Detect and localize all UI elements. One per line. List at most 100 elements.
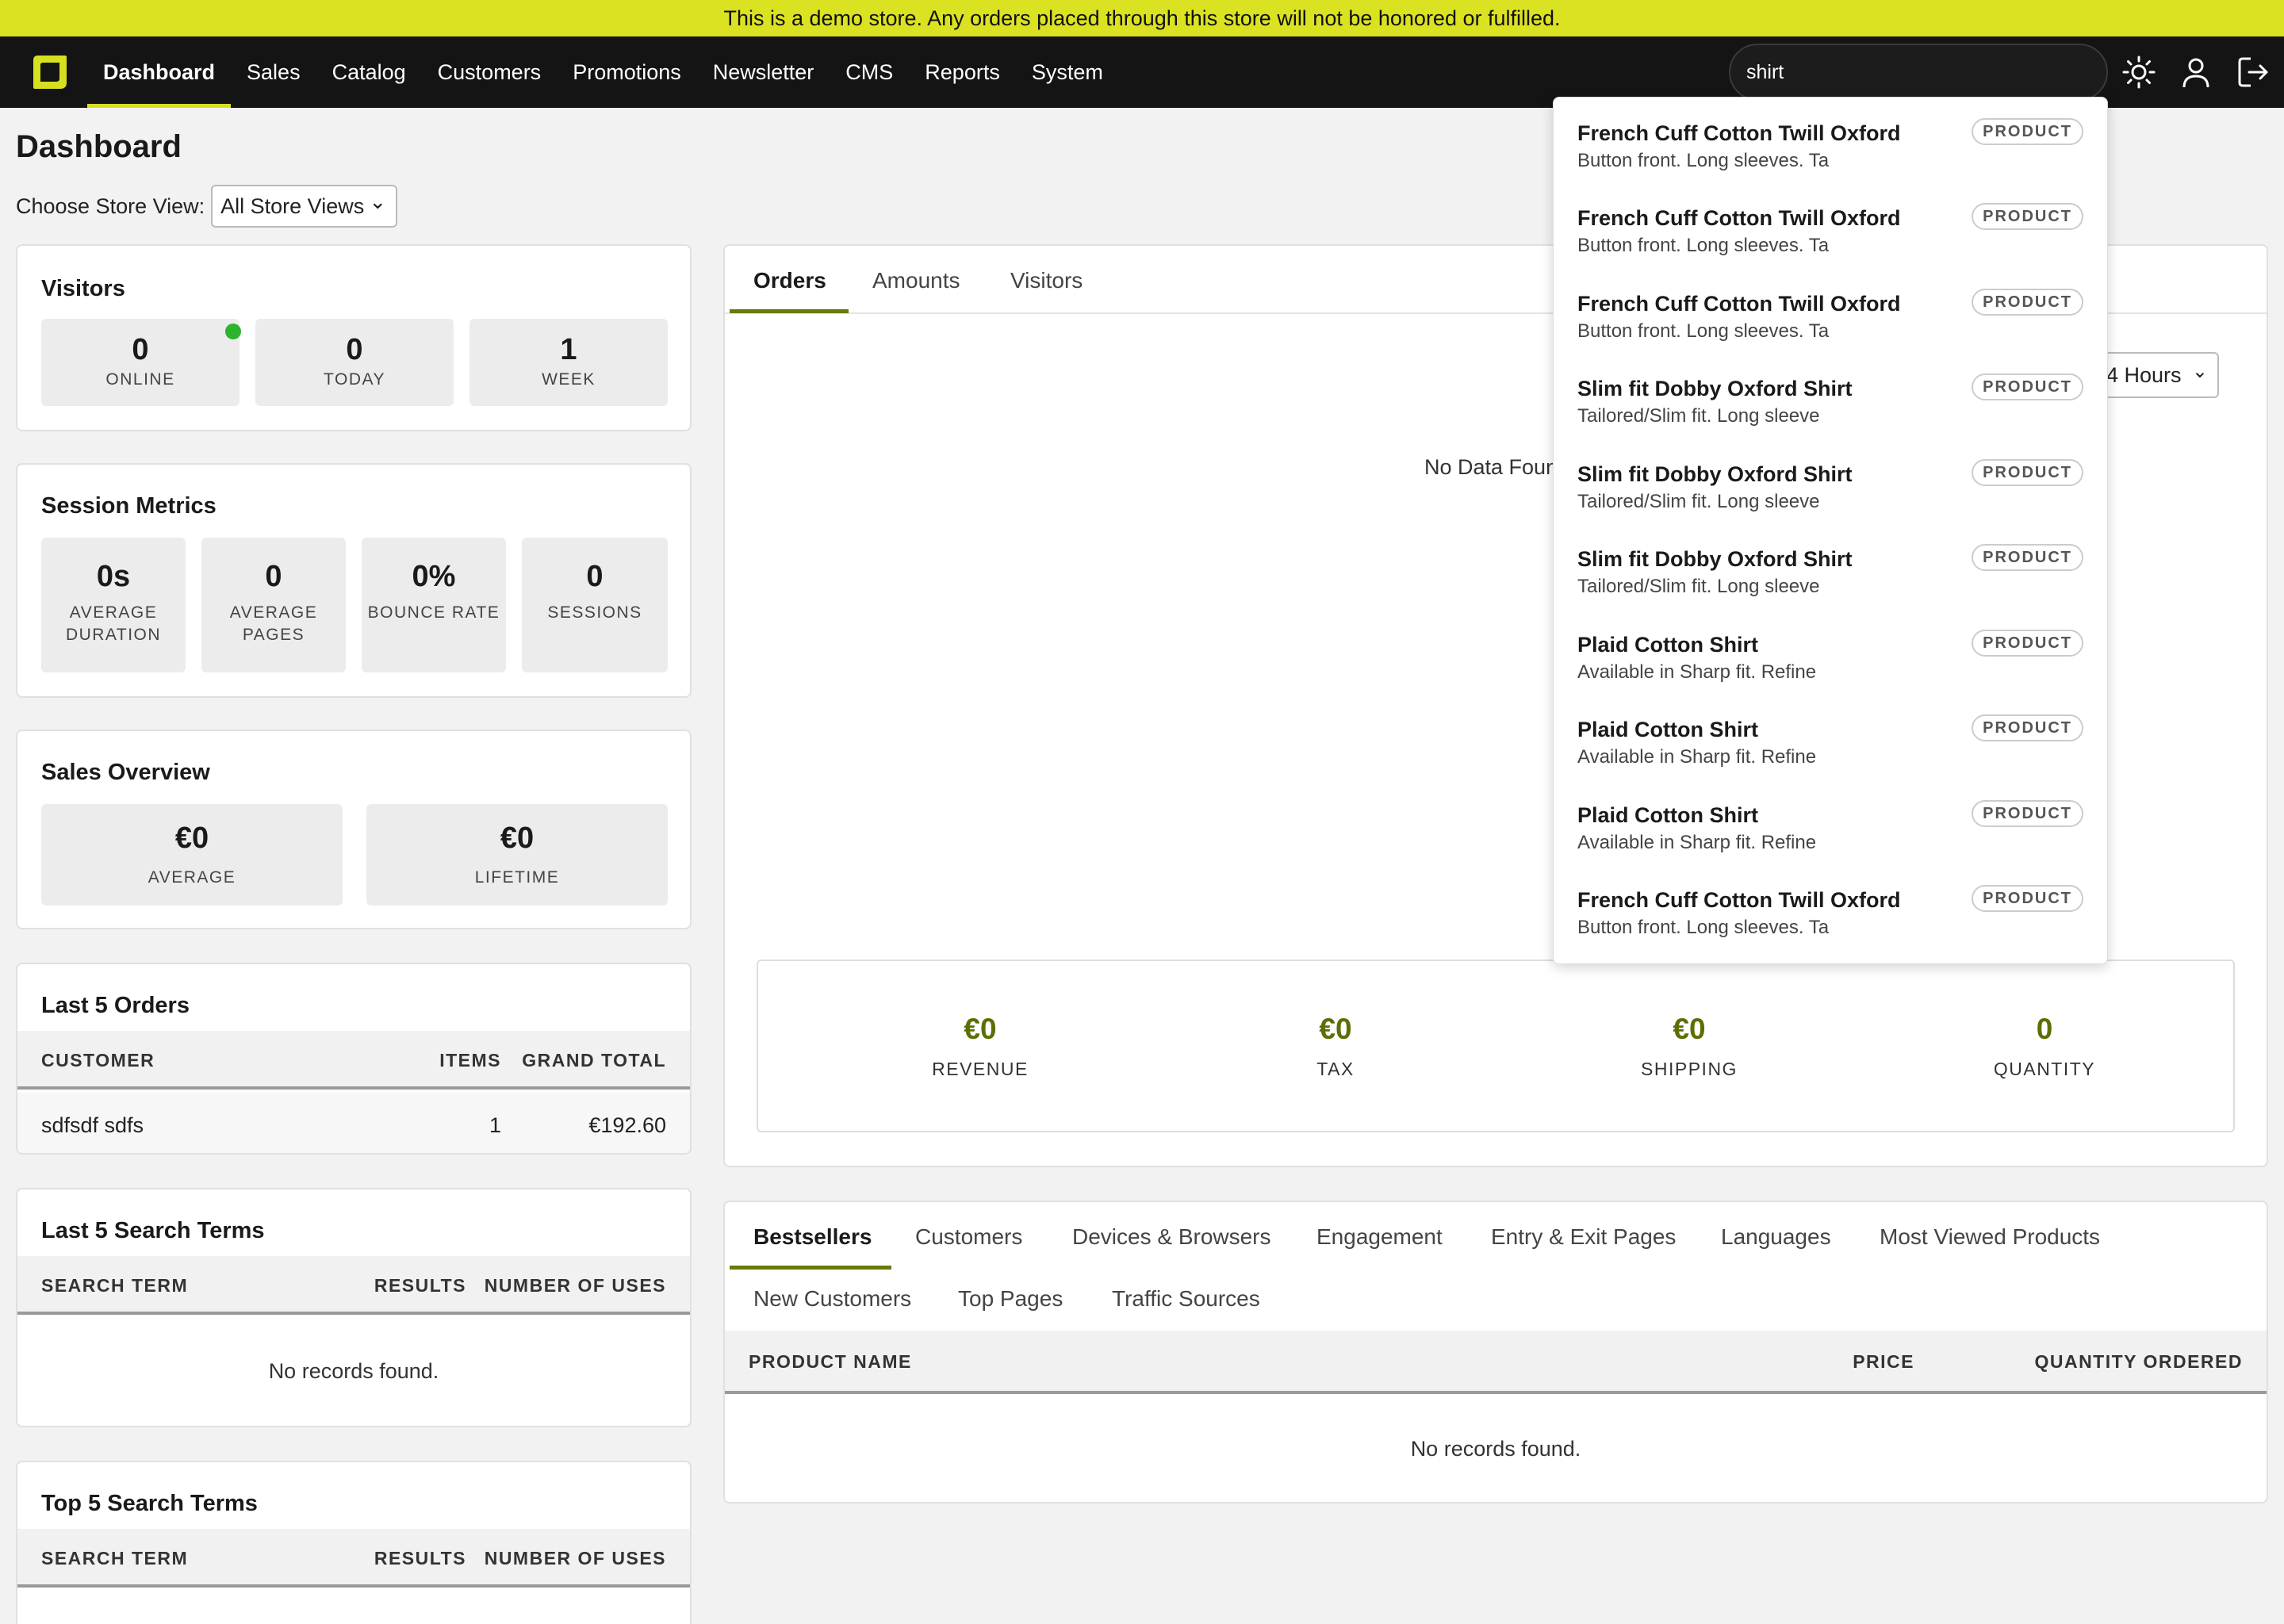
stat-label: AVERAGE <box>148 868 236 887</box>
col-product-name: PRODUCT NAME <box>749 1351 912 1372</box>
sum-label: QUANTITY <box>1993 1059 2096 1079</box>
search-result-item[interactable]: Slim fit Dobby Oxford Shirt Tailored/Sli… <box>1577 439 2083 524</box>
sum-value: €0 <box>1319 1013 1352 1045</box>
search-result-item[interactable]: French Cuff Cotton Twill Oxford Button f… <box>1577 864 2083 950</box>
demo-store-banner: This is a demo store. Any orders placed … <box>0 0 2284 36</box>
col-items: ITEMS <box>439 1050 501 1071</box>
tab-new-customers[interactable]: New Customers <box>753 1286 911 1312</box>
stat-label: BOUNCE RATE <box>367 603 500 622</box>
sum-value: 0 <box>2036 1013 2053 1045</box>
search-result-item[interactable]: Plaid Cotton Shirt Available in Sharp fi… <box>1577 694 2083 779</box>
tab-top-pages[interactable]: Top Pages <box>958 1286 1063 1312</box>
nav-reports[interactable]: Reports <box>909 36 1016 108</box>
average-pages-stat: 0 AVERAGE PAGES <box>201 538 346 672</box>
sum-value: €0 <box>964 1013 997 1045</box>
search-result-item[interactable]: French Cuff Cotton Twill Oxford Button f… <box>1577 182 2083 268</box>
tab-visitors[interactable]: Visitors <box>1010 268 1083 293</box>
last-orders-table-header: CUSTOMER ITEMS GRAND TOTAL <box>17 1031 690 1090</box>
user-icon[interactable] <box>2178 54 2214 90</box>
tab-orders[interactable]: Orders <box>753 268 826 293</box>
stat-label: WEEK <box>542 370 596 389</box>
result-title: Slim fit Dobby Oxford Shirt <box>1577 547 1853 571</box>
tab-languages[interactable]: Languages <box>1721 1224 1831 1250</box>
table-row[interactable]: sdfsdf sdfs 1 €192.60 <box>17 1093 690 1153</box>
stat-value: 0s <box>96 560 131 593</box>
visitors-today-stat: 0 TODAY <box>255 319 454 406</box>
search-result-item[interactable]: Plaid Cotton Shirt Available in Sharp fi… <box>1577 779 2083 865</box>
online-status-dot <box>225 324 241 339</box>
nav-sales[interactable]: Sales <box>231 36 316 108</box>
logout-icon[interactable] <box>2235 54 2271 90</box>
stat-value: €0 <box>500 822 535 855</box>
tab-most-viewed-products[interactable]: Most Viewed Products <box>1880 1224 2100 1250</box>
col-number-of-uses: NUMBER OF USES <box>484 1548 666 1568</box>
order-total: €192.60 <box>588 1113 666 1137</box>
last-search-terms-card: Last 5 Search Terms SEARCH TERM RESULTS … <box>16 1188 692 1427</box>
result-description: Available in Sharp fit. Refine <box>1577 661 1817 683</box>
sum-label: REVENUE <box>932 1059 1029 1079</box>
tab-devices-browsers[interactable]: Devices & Browsers <box>1072 1224 1271 1250</box>
sessions-stat: 0 SESSIONS <box>522 538 668 672</box>
col-search-term: SEARCH TERM <box>41 1275 189 1296</box>
store-view-chooser: Choose Store View: All Store Views <box>16 182 398 228</box>
search-result-item[interactable]: Slim fit Dobby Oxford Shirt Tailored/Sli… <box>1577 523 2083 609</box>
shipping-total: €0 SHIPPING <box>1570 1013 1808 1080</box>
tab-amounts[interactable]: Amounts <box>872 268 960 293</box>
search-result-item[interactable]: Slim fit Dobby Oxford Shirt Tailored/Sli… <box>1577 353 2083 439</box>
tax-total: €0 TAX <box>1217 1013 1454 1080</box>
col-number-of-uses: NUMBER OF USES <box>484 1275 666 1296</box>
tab-entry-exit-pages[interactable]: Entry & Exit Pages <box>1491 1224 1676 1250</box>
result-description: Button front. Long sleeves. Ta <box>1577 320 1830 342</box>
session-metrics-title: Session Metrics <box>41 493 217 519</box>
product-badge: PRODUCT <box>1972 289 2083 316</box>
tab-traffic-sources[interactable]: Traffic Sources <box>1112 1286 1260 1312</box>
period-select[interactable]: 4 Hours ⌄ <box>2102 352 2219 398</box>
visitors-online-stat: 0 ONLINE <box>41 319 241 406</box>
stat-value: 0 <box>346 333 363 366</box>
tab-customers[interactable]: Customers <box>915 1224 1022 1250</box>
stat-label: AVERAGE DURATION <box>65 603 162 644</box>
nav-catalog[interactable]: Catalog <box>316 36 422 108</box>
col-results: RESULTS <box>374 1548 466 1568</box>
store-view-select[interactable]: All Store Views <box>211 182 398 228</box>
result-description: Button front. Long sleeves. Ta <box>1577 235 1830 256</box>
chevron-down-icon: ⌄ <box>2191 361 2208 382</box>
store-view-label: Choose Store View: <box>16 193 205 218</box>
result-description: Button front. Long sleeves. Ta <box>1577 150 1830 171</box>
result-description: Button front. Long sleeves. Ta <box>1577 917 1830 938</box>
search-result-item[interactable]: French Cuff Cotton Twill Oxford Button f… <box>1577 98 2083 183</box>
lifetime-sales-stat: €0 LIFETIME <box>366 804 668 906</box>
average-duration-stat: 0s AVERAGE DURATION <box>41 538 186 672</box>
nav-promotions[interactable]: Promotions <box>557 36 697 108</box>
stat-value: 0 <box>586 560 604 593</box>
nav-system[interactable]: System <box>1016 36 1119 108</box>
store-view-value: All Store Views <box>220 194 365 218</box>
bestsellers-table-header: PRODUCT NAME PRICE QUANTITY ORDERED <box>725 1331 2267 1394</box>
result-title: Plaid Cotton Shirt <box>1577 718 1758 741</box>
search-result-item[interactable]: French Cuff Cotton Twill Oxford Button f… <box>1577 268 2083 354</box>
last-search-terms-title: Last 5 Search Terms <box>41 1218 265 1243</box>
theme-toggle-icon[interactable] <box>2121 54 2157 90</box>
tab-bestsellers[interactable]: Bestsellers <box>753 1224 872 1250</box>
nav-dashboard[interactable]: Dashboard <box>87 36 232 108</box>
main-menu: Dashboard Sales Catalog Customers Promot… <box>87 36 1119 108</box>
active-tab-indicator <box>730 1266 891 1270</box>
tab-engagement[interactable]: Engagement <box>1316 1224 1443 1250</box>
nav-cms[interactable]: CMS <box>830 36 909 108</box>
stat-value: 0 <box>265 560 282 593</box>
global-search-input[interactable] <box>1729 44 2108 101</box>
stat-value: €0 <box>174 822 209 855</box>
search-result-item[interactable]: Plaid Cotton Shirt Available in Sharp fi… <box>1577 609 2083 695</box>
result-description: Tailored/Slim fit. Long sleeve <box>1577 576 1820 597</box>
logo-icon[interactable] <box>30 52 70 92</box>
col-search-term: SEARCH TERM <box>41 1548 189 1568</box>
nav-newsletter[interactable]: Newsletter <box>697 36 830 108</box>
result-title: French Cuff Cotton Twill Oxford <box>1577 206 1901 230</box>
stat-value: 0% <box>412 560 456 593</box>
average-sales-stat: €0 AVERAGE <box>41 804 343 906</box>
no-data-message: No Data Foun <box>1424 455 1558 479</box>
stat-label: AVERAGE PAGES <box>229 603 318 644</box>
result-title: Plaid Cotton Shirt <box>1577 633 1758 657</box>
visitors-card: Visitors 0 ONLINE 0 TODAY 1 WEEK <box>16 244 692 431</box>
nav-customers[interactable]: Customers <box>422 36 558 108</box>
